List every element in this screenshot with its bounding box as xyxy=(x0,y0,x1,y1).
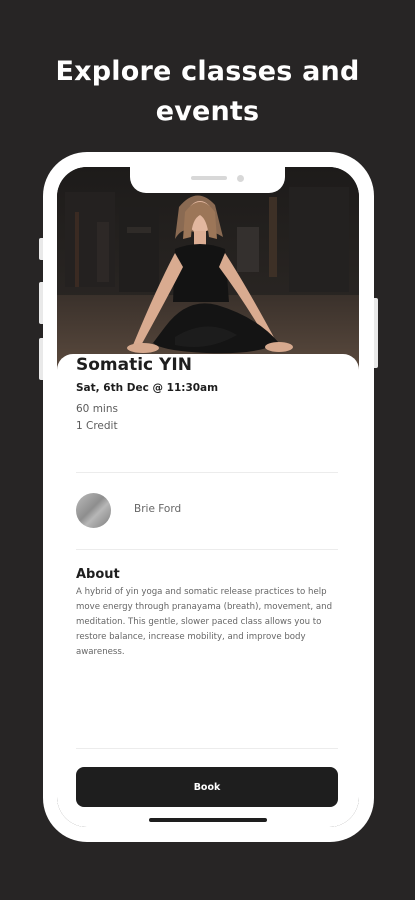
class-title: Somatic YIN xyxy=(76,355,192,375)
home-indicator xyxy=(149,818,267,822)
class-duration: 60 mins xyxy=(76,403,118,415)
promo-headline-line1: Explore classes and xyxy=(55,56,360,87)
about-description: A hybrid of yin yoga and somatic release… xyxy=(76,587,333,657)
phone-speaker xyxy=(191,176,227,180)
phone-notch xyxy=(130,167,285,193)
about-heading: About xyxy=(76,567,120,582)
promo-headline-line2: events xyxy=(155,96,260,127)
instructor-avatar[interactable] xyxy=(76,493,111,528)
divider xyxy=(76,549,338,550)
book-button[interactable]: Book xyxy=(76,767,338,807)
phone-camera xyxy=(237,175,244,182)
divider xyxy=(76,472,338,473)
divider xyxy=(76,748,338,749)
promo-headline: Explore classes and events xyxy=(0,52,415,132)
phone-screen: Somatic YIN Sat, 6th Dec @ 11:30am 60 mi… xyxy=(57,167,359,827)
class-photo xyxy=(57,167,359,372)
class-datetime: Sat, 6th Dec @ 11:30am xyxy=(76,382,219,394)
instructor-name[interactable]: Brie Ford xyxy=(134,503,181,515)
class-credits: 1 Credit xyxy=(76,420,118,432)
